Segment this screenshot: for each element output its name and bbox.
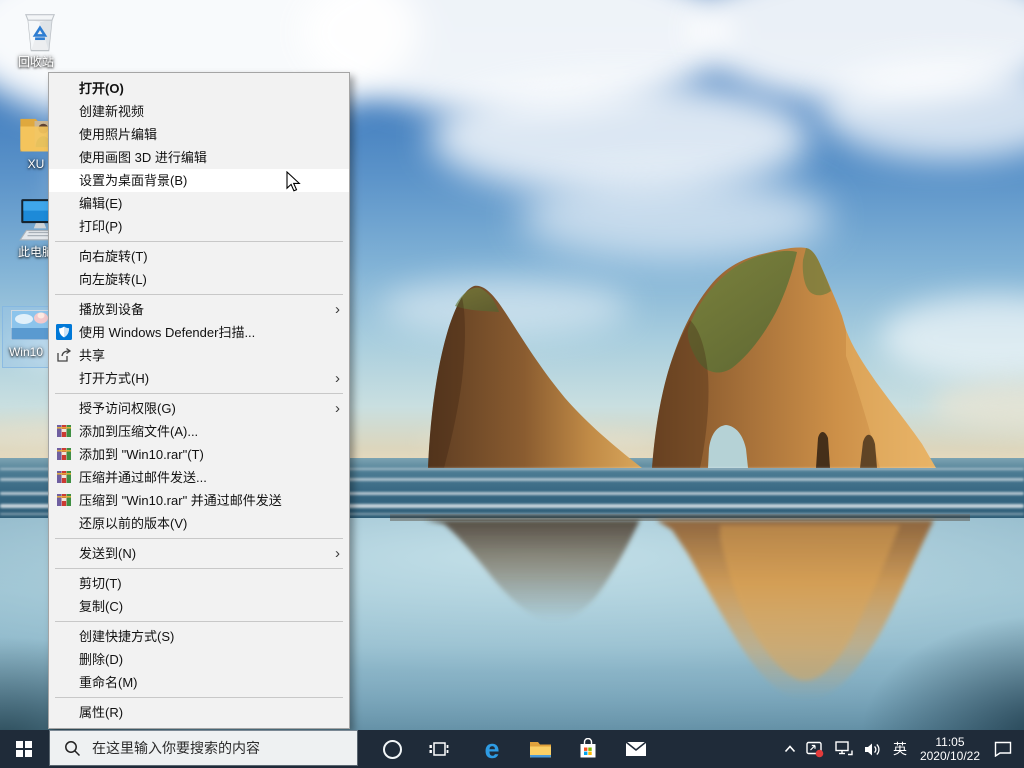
windows-logo-icon	[16, 741, 32, 757]
menu-item-add-to-win10-rar[interactable]: 添加到 "Win10.rar"(T)	[49, 443, 349, 466]
menu-item-send-to[interactable]: 发送到(N)›	[49, 542, 349, 565]
menu-separator	[55, 294, 343, 295]
store-button[interactable]	[565, 730, 611, 768]
menu-separator	[55, 538, 343, 539]
menu-item-open[interactable]: 打开(O)	[49, 77, 349, 100]
task-view-icon	[428, 739, 449, 759]
action-center-icon	[994, 741, 1012, 757]
mail-button[interactable]	[613, 730, 659, 768]
menu-item-edit-with-paint3d[interactable]: 使用画图 3D 进行编辑	[49, 146, 349, 169]
file-explorer-button[interactable]	[517, 730, 563, 768]
winrar-icon	[56, 469, 72, 485]
submenu-arrow-icon: ›	[335, 298, 340, 321]
cortana-icon	[383, 740, 402, 759]
menu-item-rotate-left[interactable]: 向左旋转(L)	[49, 268, 349, 291]
screen-recorder-tray-icon[interactable]	[801, 730, 830, 768]
winrar-icon	[56, 492, 72, 508]
store-icon	[578, 738, 598, 760]
menu-item-cast-to-device[interactable]: 播放到设备›	[49, 298, 349, 321]
ime-indicator[interactable]: 英	[887, 730, 913, 768]
menu-item-edit-with-photos[interactable]: 使用照片编辑	[49, 123, 349, 146]
ethernet-network-icon	[835, 741, 854, 757]
winrar-icon	[56, 423, 72, 439]
speaker-icon	[864, 742, 882, 757]
taskbar: e	[0, 730, 1024, 768]
menu-separator	[55, 621, 343, 622]
file-explorer-icon	[529, 740, 552, 759]
menu-item-print[interactable]: 打印(P)	[49, 215, 349, 238]
system-tray: 英 11:05 2020/10/22	[779, 730, 1024, 768]
image-thumbnail	[11, 310, 53, 340]
menu-item-rotate-right[interactable]: 向右旋转(T)	[49, 245, 349, 268]
desktop-icon-label: 回收站	[4, 56, 68, 69]
action-center-button[interactable]	[987, 730, 1024, 768]
share-icon	[56, 347, 72, 363]
menu-item-cut[interactable]: 剪切(T)	[49, 572, 349, 595]
edge-icon: e	[484, 736, 499, 763]
clock-date: 2020/10/22	[920, 749, 980, 763]
desktop-icon-recycle-bin[interactable]: 回收站	[4, 6, 68, 59]
menu-item-restore-previous-versions[interactable]: 还原以前的版本(V)	[49, 512, 349, 535]
edge-button[interactable]: e	[469, 730, 515, 768]
hidden-icons-button[interactable]	[779, 730, 801, 768]
menu-item-edit[interactable]: 编辑(E)	[49, 192, 349, 215]
menu-item-properties[interactable]: 属性(R)	[49, 701, 349, 724]
menu-item-copy[interactable]: 复制(C)	[49, 595, 349, 618]
menu-item-set-as-desktop-background[interactable]: 设置为桌面背景(B)	[49, 169, 349, 192]
menu-separator	[55, 697, 343, 698]
task-view-button[interactable]	[415, 730, 461, 768]
winrar-icon	[56, 446, 72, 462]
network-tray-icon[interactable]	[830, 730, 859, 768]
mail-icon	[625, 741, 647, 757]
menu-separator	[55, 393, 343, 394]
menu-item-add-to-archive[interactable]: 添加到压缩文件(A)...	[49, 420, 349, 443]
screen: 回收站 XU 此电脑 Win10	[0, 0, 1024, 768]
menu-item-share[interactable]: 共享	[49, 344, 349, 367]
menu-item-delete[interactable]: 删除(D)	[49, 648, 349, 671]
cortana-button[interactable]	[369, 730, 415, 768]
search-icon	[64, 740, 81, 757]
menu-item-compress-and-email[interactable]: 压缩并通过邮件发送...	[49, 466, 349, 489]
context-menu: 打开(O) 创建新视频 使用照片编辑 使用画图 3D 进行编辑 设置为桌面背景(…	[48, 72, 350, 729]
taskbar-clock[interactable]: 11:05 2020/10/22	[913, 735, 987, 763]
submenu-arrow-icon: ›	[335, 542, 340, 565]
submenu-arrow-icon: ›	[335, 397, 340, 420]
screen-recorder-icon	[806, 741, 825, 758]
start-button[interactable]	[0, 730, 48, 768]
menu-item-open-with[interactable]: 打开方式(H)›	[49, 367, 349, 390]
defender-shield-icon	[56, 324, 72, 340]
search-input[interactable]	[90, 739, 344, 757]
taskbar-search-box[interactable]	[49, 730, 358, 766]
menu-item-scan-with-defender[interactable]: 使用 Windows Defender扫描...	[49, 321, 349, 344]
menu-separator	[55, 241, 343, 242]
volume-tray-icon[interactable]	[859, 730, 887, 768]
menu-item-create-video[interactable]: 创建新视频	[49, 100, 349, 123]
clock-time: 11:05	[920, 735, 980, 749]
menu-separator	[55, 568, 343, 569]
menu-item-compress-to-win10-rar-and-email[interactable]: 压缩到 "Win10.rar" 并通过邮件发送	[49, 489, 349, 512]
menu-item-give-access-to[interactable]: 授予访问权限(G)›	[49, 397, 349, 420]
menu-item-rename[interactable]: 重命名(M)	[49, 671, 349, 694]
chevron-up-icon	[784, 745, 796, 753]
menu-item-create-shortcut[interactable]: 创建快捷方式(S)	[49, 625, 349, 648]
recycle-bin-icon	[16, 6, 64, 54]
mouse-cursor-icon	[286, 171, 301, 192]
submenu-arrow-icon: ›	[335, 367, 340, 390]
